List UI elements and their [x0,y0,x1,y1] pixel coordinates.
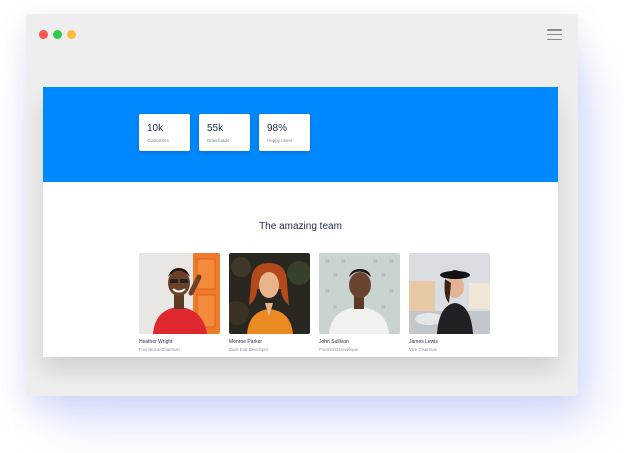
close-button[interactable] [39,30,48,39]
menu-line [547,33,562,36]
menu-line [547,38,562,40]
team-member-card[interactable]: James Lewis Vice Chairman [409,253,490,352]
portrait-image [139,253,220,334]
window-controls [39,30,76,39]
member-photo [139,253,220,334]
member-photo [409,253,490,334]
member-role: Front End Developer [319,347,359,352]
team-member-card[interactable]: John Sullivan Front End Developer [319,253,400,352]
maximize-button[interactable] [67,30,76,39]
stat-label: Happy users [267,138,293,143]
member-name: James Lewis [409,339,438,345]
member-name: Heather Wright [139,339,173,345]
stat-label: Downloads [207,138,230,143]
stat-card-happy-users: 98% Happy users [259,114,310,151]
browser-window: 10k Customers 55k Downloads 98% Happy us… [26,14,578,396]
portrait-image [319,253,400,334]
member-role: Founded & Chairman [139,347,180,352]
stat-label: Customers [147,138,169,143]
team-section-title: The amazing team [259,221,342,232]
stat-card-downloads: 55k Downloads [199,114,250,151]
member-photo [319,253,400,334]
team-member-card[interactable]: Monroe Parker Back End Developer [229,253,310,352]
menu-line [547,29,562,31]
portrait-image [229,253,310,334]
minimize-button[interactable] [53,30,62,39]
stat-card-customers: 10k Customers [139,114,190,151]
hamburger-menu-icon[interactable] [547,29,562,40]
stat-value: 55k [207,123,224,134]
website-viewport: 10k Customers 55k Downloads 98% Happy us… [43,87,558,357]
member-name: Monroe Parker [229,339,263,345]
member-role: Back End Developer [229,347,269,352]
portrait-image [409,253,490,334]
member-name: John Sullivan [319,339,349,345]
mockup-stage: 10k Customers 55k Downloads 98% Happy us… [0,0,624,453]
stats-hero: 10k Customers 55k Downloads 98% Happy us… [43,87,558,182]
member-photo [229,253,310,334]
stat-value: 98% [267,123,288,134]
stat-value: 10k [147,123,164,134]
team-member-card[interactable]: Heather Wright Founded & Chairman [139,253,220,352]
member-role: Vice Chairman [409,347,438,352]
